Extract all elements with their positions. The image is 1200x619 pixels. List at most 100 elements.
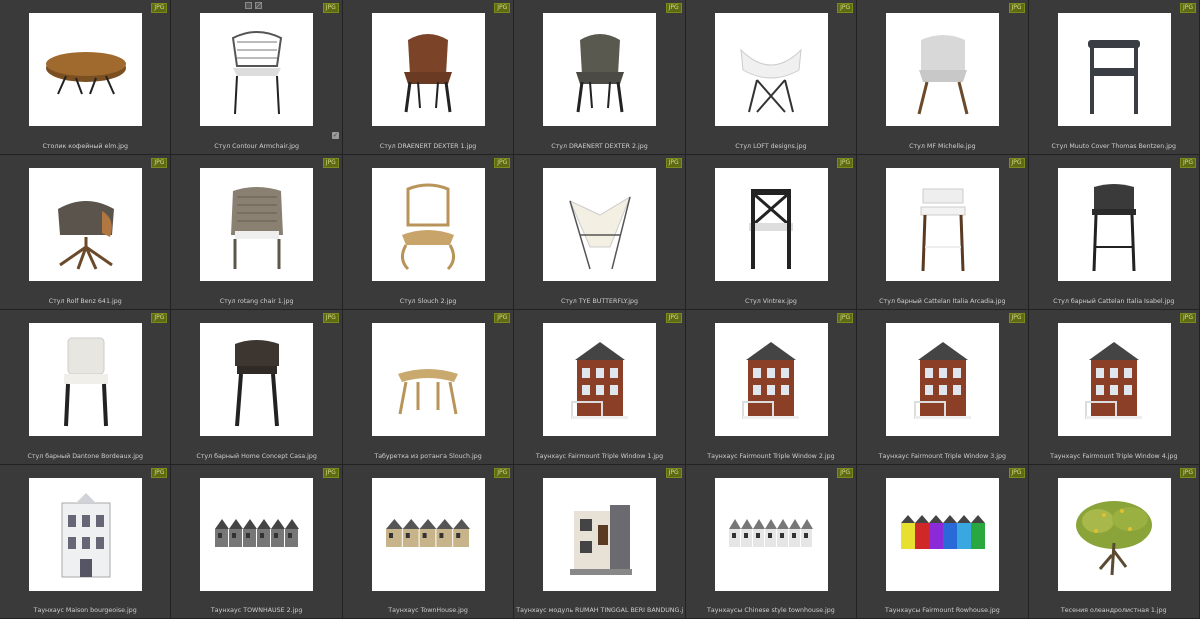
- file-type-badge: JPG: [1179, 468, 1196, 478]
- file-name: Стул барный Cattelan Italia Arcadia.jpg: [879, 298, 1006, 305]
- thumbnail-cell[interactable]: JPG Стул MF Michelle.jpg: [857, 0, 1029, 155]
- thumbnail-cell[interactable]: JPG Таунхаус TownHouse.jpg: [342, 465, 515, 619]
- thumbnail-cell[interactable]: JPG Табуретка из ротанга Slouch.jpg: [342, 310, 515, 465]
- thumbnail-image[interactable]: [1057, 478, 1171, 591]
- townhouse-row-white-icon: [729, 518, 814, 547]
- thumbnail-cell[interactable]: JPG Таунхаусы Chinese style townhouse.jpg: [685, 465, 858, 619]
- thumbnail-image[interactable]: [371, 168, 485, 281]
- file-type-badge: JPG: [1008, 3, 1025, 13]
- thumbnail-cell[interactable]: JPG Стул барный Cattelan Italia Arcadia.j…: [857, 155, 1029, 310]
- file-type-badge: JPG: [322, 3, 339, 13]
- file-name: Стул Vintrex.jpg: [744, 298, 797, 305]
- select-box-icon[interactable]: [245, 2, 253, 9]
- thumbnail-cell[interactable]: JPG Столик кофейный elm.jpg: [0, 0, 172, 155]
- brick-house-icon: [913, 341, 971, 419]
- file-name: Таунхаус Fairmount Triple Window 4.jpg: [1050, 453, 1178, 460]
- thumbnail-cell[interactable]: JPG Таунхаус Fairmount Triple Window 3.jp…: [857, 310, 1029, 465]
- thumbnail-image[interactable]: [543, 168, 657, 281]
- thumbnail-cell[interactable]: JPG Таунхаус модуль RUMAH TINGGAL BERI BA…: [514, 465, 686, 619]
- thumbnail-cell[interactable]: JPG Стул Vintrex.jpg: [685, 155, 858, 310]
- file-name: Стул LOFT designs.jpg: [735, 143, 807, 150]
- thumbnail-image[interactable]: [886, 168, 1000, 281]
- wire-chair-icon: [231, 30, 283, 114]
- file-name: Таунхаус Fairmount Triple Window 3.jpg: [878, 453, 1007, 460]
- thumbnail-cell[interactable]: JPG Стул DRAENERT DEXTER 1.jpg: [342, 0, 515, 155]
- thumbnail-cell[interactable]: JPG Стул барный Home Concept Casa.jpg: [171, 310, 343, 465]
- thumbnail-cell[interactable]: JPG Таунхаусы Fairmount Rowhouse.jpg: [857, 465, 1029, 619]
- thumbnail-image[interactable]: [886, 478, 1000, 591]
- tufted-bar-stool-icon: [63, 337, 108, 426]
- thumbnail-cell[interactable]: JPG Таунхаус TOWNHAUSE 2.jpg: [171, 465, 343, 619]
- thumbnail-image[interactable]: [371, 323, 485, 436]
- file-type-badge: JPG: [1179, 3, 1196, 13]
- file-name: Стул Contour Armchair.jpg: [214, 143, 299, 150]
- file-type-badge: JPG: [322, 158, 339, 168]
- file-name: Стул TYE BUTTERFLY.jpg: [561, 298, 638, 305]
- thumbnail-cell[interactable]: JPG Стул rotang chair 1.jpg: [171, 155, 343, 310]
- file-name: Стул Muuto Cover Thomas Bentzen.jpg: [1051, 143, 1177, 150]
- thumbnail-cell[interactable]: JPG Стул LOFT designs.jpg: [685, 0, 858, 155]
- thumbnail-cell[interactable]: JPG Стул Contour Armchair.jpg ✓: [171, 0, 343, 155]
- file-type-badge: JPG: [151, 3, 168, 13]
- thumbnail-image[interactable]: [543, 478, 657, 591]
- rattan-stool-icon: [398, 368, 459, 414]
- file-name: Таунхаусы Chinese style townhouse.jpg: [707, 607, 835, 614]
- thumbnail-image[interactable]: [371, 478, 485, 591]
- thumbnail-cell[interactable]: JPG Таунхаус Fairmount Triple Window 4.jp…: [1028, 310, 1200, 465]
- thumbnail-image[interactable]: [200, 13, 314, 126]
- thumbnail-image[interactable]: [200, 323, 314, 436]
- thumbnail-cell[interactable]: JPG Стул Slouch 2.jpg: [342, 155, 515, 310]
- checkbox-icon[interactable]: ✓: [331, 132, 339, 139]
- brick-house-icon: [570, 341, 628, 419]
- bar-stool-dark-icon: [1092, 183, 1137, 271]
- thumbnail-image[interactable]: [543, 323, 657, 436]
- thumbnail-cell[interactable]: JPG Стул TYE BUTTERFLY.jpg: [514, 155, 686, 310]
- thumbnail-cell[interactable]: JPG Стул DRAENERT DEXTER 2.jpg: [514, 0, 686, 155]
- thumbnail-cell[interactable]: JPG Стул Rolf Benz 641.jpg: [0, 155, 172, 310]
- file-name: Таунхаус Fairmount Triple Window 2.jpg: [707, 453, 835, 460]
- thumbnail-cell[interactable]: JPG Таунхаус Fairmount Triple Window 1.jp…: [514, 310, 686, 465]
- thumbnail-cell[interactable]: JPG Стул барный Cattelan Italia Isabel.jp…: [1028, 155, 1200, 310]
- file-type-badge: JPG: [665, 468, 682, 478]
- file-name: Стул rotang chair 1.jpg: [219, 298, 294, 305]
- leather-chair-brown-icon: [404, 33, 453, 112]
- thumbnail-image[interactable]: [29, 323, 142, 436]
- thumbnail-image[interactable]: [886, 323, 1000, 436]
- thumbnail-image[interactable]: [1057, 13, 1171, 126]
- thumbnail-image[interactable]: [1057, 323, 1171, 436]
- fabric-chair-icon: [917, 34, 969, 114]
- thumbnail-image[interactable]: [1057, 168, 1171, 281]
- thumbnail-image[interactable]: [714, 478, 828, 591]
- modern-house-icon: [569, 504, 632, 575]
- thumbnail-cell[interactable]: JPG Стул барный Dantone Bordeaux.jpg: [0, 310, 172, 465]
- thumbnail-image[interactable]: [543, 13, 657, 126]
- file-name: Стул барный Home Concept Casa.jpg: [196, 453, 317, 460]
- thumbnail-cell[interactable]: JPG Тесения олеандролистная 1.jpg: [1028, 465, 1200, 619]
- thumbnail-cell[interactable]: JPG Стул Muuto Cover Thomas Bentzen.jpg: [1028, 0, 1200, 155]
- thumbnail-cell[interactable]: JPG Таунхаус Fairmount Triple Window 2.jp…: [685, 310, 858, 465]
- thumbnail-image[interactable]: [886, 13, 1000, 126]
- thumbnail-image[interactable]: [714, 323, 828, 436]
- thumbnail-image[interactable]: [29, 168, 142, 281]
- file-name: Тесения олеандролистная 1.jpg: [1060, 607, 1167, 614]
- thumbnail-grid: JPG Столик кофейный elm.jpg JPG Стул Contou…: [0, 0, 1200, 619]
- swivel-chair-icon: [57, 200, 114, 270]
- thumbnail-image[interactable]: [29, 478, 142, 591]
- thumbnail-image[interactable]: [200, 478, 314, 591]
- file-type-badge: JPG: [837, 313, 854, 323]
- tree-icon: [1076, 500, 1153, 575]
- thumbnail-image[interactable]: [200, 168, 314, 281]
- file-type-badge: JPG: [151, 313, 168, 323]
- thumbnail-cell[interactable]: JPG Таунхаус Maison bourgeoise.jpg: [0, 465, 172, 619]
- thumbnail-image[interactable]: [714, 13, 828, 126]
- file-name: Стул барный Cattelan Italia Isabel.jpg: [1053, 298, 1175, 305]
- thumbnail-image[interactable]: [714, 168, 828, 281]
- file-name: Таунхаус модуль RUMAH TINGGAL BERI BANDU…: [516, 607, 683, 614]
- file-type-badge: JPG: [1179, 158, 1196, 168]
- file-name: Таунхаусы Fairmount Rowhouse.jpg: [885, 607, 1000, 614]
- thumbnail-image[interactable]: [371, 13, 485, 126]
- edit-icon[interactable]: [255, 2, 263, 9]
- thumbnail-image[interactable]: [29, 13, 142, 126]
- file-name: Стул MF Michelle.jpg: [909, 143, 976, 150]
- file-type-badge: JPG: [1179, 313, 1196, 323]
